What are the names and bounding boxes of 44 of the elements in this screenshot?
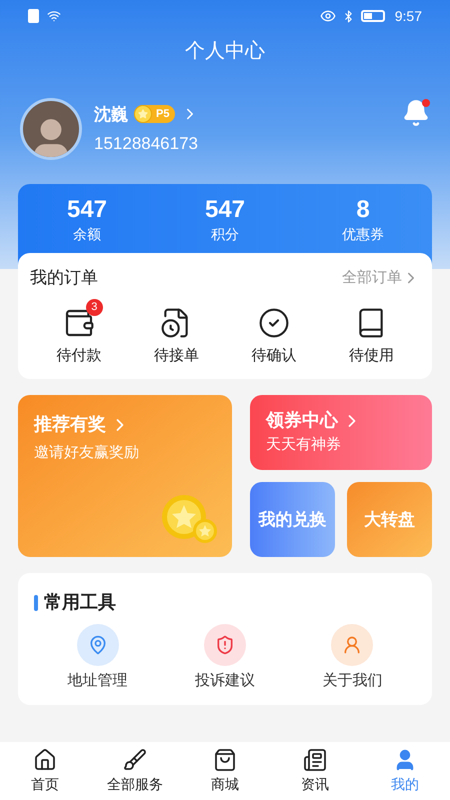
count-badge: 3 (86, 298, 103, 316)
stat-label: 积分 (211, 225, 239, 244)
shield-icon (214, 635, 235, 655)
coupon-title: 领券中心 (266, 409, 338, 432)
phone-number: 15128846173 (94, 133, 200, 155)
person-icon (342, 635, 362, 655)
referral-title: 推荐有奖 (34, 413, 106, 436)
order-status-item[interactable]: 待使用 (322, 298, 420, 367)
user-name: 沈巍 (94, 104, 128, 126)
stat-value: 8 (356, 196, 370, 224)
stat-value: 547 (66, 196, 108, 224)
coupon-subtitle: 天天有神券 (266, 435, 342, 455)
stat-label: 余额 (73, 225, 101, 244)
section-title: 我的订单 (30, 267, 98, 289)
order-status-item[interactable]: 3 待付款 (30, 298, 128, 367)
brush-icon (123, 748, 147, 772)
tab-bar-item[interactable]: 资讯 (270, 742, 360, 800)
newspaper-icon (303, 748, 327, 772)
level-badge: P5 (134, 105, 176, 124)
tool-item[interactable]: 投诉建议 (161, 624, 289, 692)
order-status-item[interactable]: 待确认 (225, 298, 322, 367)
check-circle-icon (258, 306, 290, 338)
coins-icon (160, 493, 220, 545)
shopping-bag-icon (213, 748, 237, 772)
referral-subtitle: 邀请好友赢奖励 (34, 443, 140, 463)
stat-value: 547 (204, 196, 246, 224)
stat-label: 优惠券 (342, 225, 384, 244)
location-icon (88, 635, 108, 655)
tab-bar-item[interactable]: 首页 (0, 742, 90, 800)
tab-bar-item[interactable]: 商城 (180, 742, 270, 800)
accent-bar (34, 594, 38, 610)
order-status-item[interactable]: 待接单 (128, 298, 225, 367)
tool-item[interactable]: 地址管理 (34, 624, 162, 692)
eye-icon (320, 8, 336, 24)
page-title: 个人中心 (185, 39, 265, 64)
home-icon (33, 748, 57, 772)
battery-icon (360, 10, 385, 22)
clock-time: 9:57 (394, 6, 422, 26)
bell-icon[interactable] (402, 99, 430, 127)
tool-item[interactable]: 关于我们 (288, 624, 416, 692)
tab-bar-item[interactable]: 我的 (360, 742, 450, 800)
section-title: 常用工具 (44, 591, 116, 614)
wifi-icon (47, 9, 61, 23)
tab-bar-item[interactable]: 全部服务 (90, 742, 180, 800)
